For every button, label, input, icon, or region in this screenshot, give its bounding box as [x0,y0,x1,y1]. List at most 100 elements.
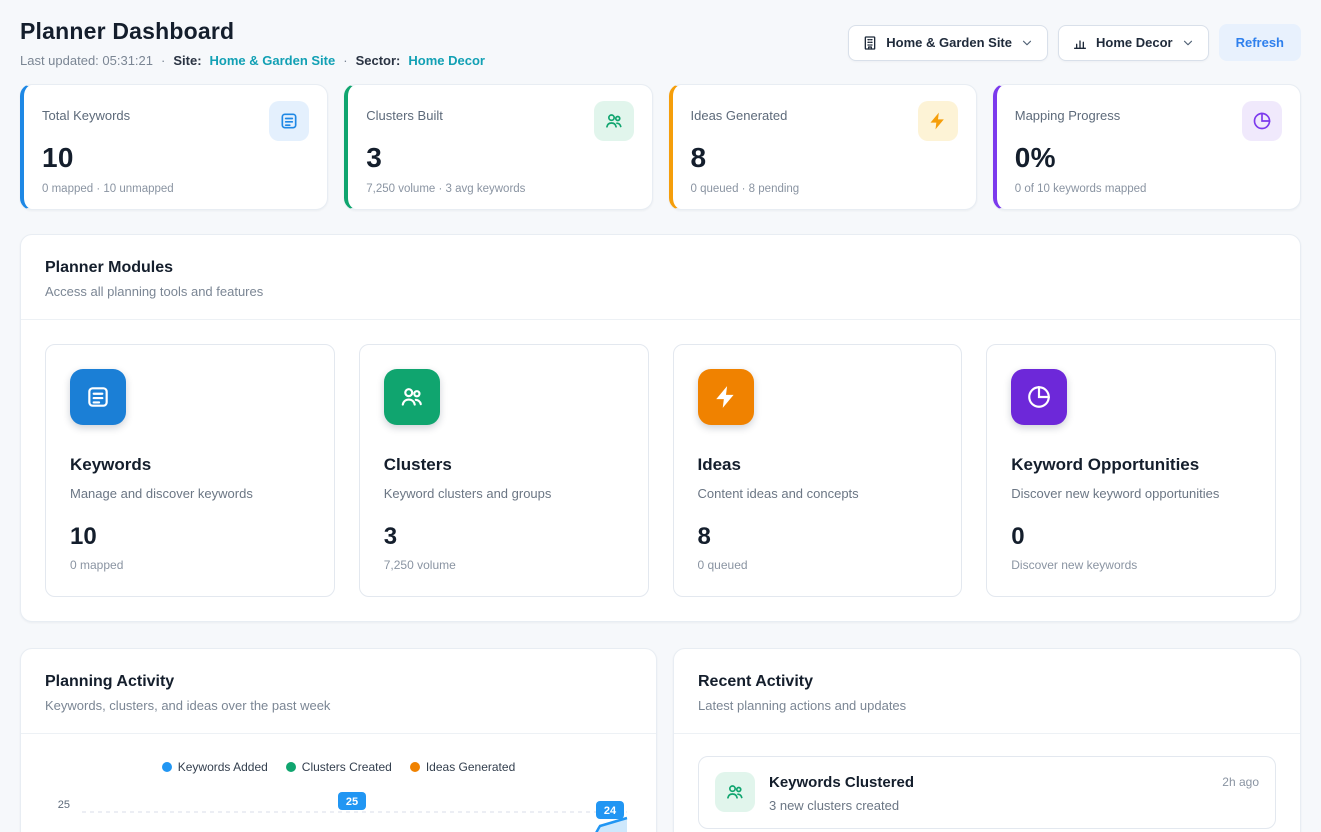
stat-top: Total Keywords [42,101,309,141]
users-icon [594,101,634,141]
panel-head: Recent Activity Latest planning actions … [674,649,1300,734]
stat-sub: 0 mapped · 10 unmapped [42,183,309,195]
stat-top: Clusters Built [366,101,633,141]
module-title: Keywords [70,455,310,475]
pie-chart-icon [1242,101,1282,141]
stats-row: Total Keywords 10 0 mapped · 10 unmapped… [20,84,1301,210]
legend-dot-orange [410,762,420,772]
meta-separator: · [343,53,347,68]
modules-title: Planner Modules [45,259,1276,277]
last-updated-text: Last updated: 05:31:21 [20,53,153,68]
header: Planner Dashboard Last updated: 05:31:21… [20,18,1301,68]
planner-dashboard-page: Planner Dashboard Last updated: 05:31:21… [0,0,1321,832]
sector-label: Sector: [356,53,401,68]
stat-card-ideas-generated: Ideas Generated 8 0 queued · 8 pending [669,84,977,210]
meta-separator: · [161,53,165,68]
planning-activity-subtitle: Keywords, clusters, and ideas over the p… [45,698,632,713]
y-axis-tick: 25 [45,790,77,811]
module-card-clusters[interactable]: Clusters Keyword clusters and groups 3 7… [359,344,649,597]
stat-card-clusters-built: Clusters Built 3 7,250 volume · 3 avg ke… [344,84,652,210]
activity-title: Keywords Clustered [769,772,1208,791]
document-list-icon [269,101,309,141]
recent-activity-panel: Recent Activity Latest planning actions … [673,648,1301,832]
header-controls: Home & Garden Site Home Decor Refresh [848,18,1301,61]
header-left: Planner Dashboard Last updated: 05:31:21… [20,18,485,68]
header-meta: Last updated: 05:31:21 · Site: Home & Ga… [20,53,485,68]
module-sub: 0 queued [698,558,938,572]
bottom-row: Planning Activity Keywords, clusters, an… [20,648,1301,832]
legend-label: Keywords Added [178,760,268,774]
users-icon [384,369,440,425]
planning-activity-title: Planning Activity [45,673,632,691]
activity-timestamp: 2h ago [1222,772,1259,789]
stat-value: 10 [42,142,309,174]
module-sub: 0 mapped [70,558,310,572]
planning-activity-panel: Planning Activity Keywords, clusters, an… [20,648,657,832]
stat-card-mapping-progress: Mapping Progress 0% 0 of 10 keywords map… [993,84,1301,210]
module-card-ideas[interactable]: Ideas Content ideas and concepts 8 0 que… [673,344,963,597]
refresh-button[interactable]: Refresh [1219,24,1301,61]
stat-title: Clusters Built [366,101,443,123]
page-title: Planner Dashboard [20,18,485,45]
stat-title: Mapping Progress [1015,101,1121,123]
legend-item-keywords-added: Keywords Added [162,760,268,774]
stat-value: 3 [366,142,633,174]
legend-label: Clusters Created [302,760,392,774]
module-card-keywords[interactable]: Keywords Manage and discover keywords 10… [45,344,335,597]
stat-sub: 0 queued · 8 pending [691,183,958,195]
activity-body: Keywords Clustered 3 new clusters create… [769,772,1208,813]
module-description: Manage and discover keywords [70,486,310,501]
planner-modules-panel: Planner Modules Access all planning tool… [20,234,1301,622]
activity-list: Keywords Clustered 3 new clusters create… [674,734,1300,832]
stat-card-total-keywords: Total Keywords 10 0 mapped · 10 unmapped [20,84,328,210]
panel-head: Planning Activity Keywords, clusters, an… [21,649,656,734]
module-title: Keyword Opportunities [1011,455,1251,475]
site-select-value: Home & Garden Site [886,35,1012,50]
sector-select-value: Home Decor [1096,35,1173,50]
module-title: Clusters [384,455,624,475]
module-value: 10 [70,523,310,551]
stat-title: Total Keywords [42,101,130,123]
module-card-keyword-opportunities[interactable]: Keyword Opportunities Discover new keywo… [986,344,1276,597]
legend-item-clusters-created: Clusters Created [286,760,392,774]
point-label-25: 25 [338,792,366,810]
area-chart: 25 24 [77,790,632,832]
chevron-down-icon [1181,36,1195,50]
activity-description: 3 new clusters created [769,798,1208,813]
stat-top: Mapping Progress [1015,101,1282,141]
document-list-icon [70,369,126,425]
lightning-icon [918,101,958,141]
sector-select[interactable]: Home Decor [1058,25,1209,61]
svg-text:25: 25 [346,796,358,808]
module-value: 3 [384,523,624,551]
legend-label: Ideas Generated [426,760,515,774]
site-link[interactable]: Home & Garden Site [210,53,336,68]
sector-link[interactable]: Home Decor [408,53,485,68]
users-icon [715,772,755,812]
legend-item-ideas-generated: Ideas Generated [410,760,515,774]
panel-head: Planner Modules Access all planning tool… [21,235,1300,320]
site-label: Site: [173,53,201,68]
legend-dot-blue [162,762,172,772]
chart-area: 25 25 24 [45,790,632,832]
recent-activity-title: Recent Activity [698,673,1276,691]
point-label-24: 24 [596,801,624,819]
modules-subtitle: Access all planning tools and features [45,284,1276,299]
svg-text:24: 24 [604,805,617,817]
modules-grid: Keywords Manage and discover keywords 10… [21,320,1300,621]
stat-top: Ideas Generated [691,101,958,141]
lightning-icon [698,369,754,425]
legend-dot-green [286,762,296,772]
stat-value: 8 [691,142,958,174]
recent-activity-subtitle: Latest planning actions and updates [698,698,1276,713]
chevron-down-icon [1020,36,1034,50]
module-description: Discover new keyword opportunities [1011,486,1251,501]
chart-legend: Keywords Added Clusters Created Ideas Ge… [45,760,632,774]
module-title: Ideas [698,455,938,475]
module-sub: Discover new keywords [1011,558,1251,572]
site-select[interactable]: Home & Garden Site [848,25,1048,61]
planning-activity-chart: Keywords Added Clusters Created Ideas Ge… [21,734,656,832]
module-value: 0 [1011,523,1251,551]
stat-value: 0% [1015,142,1282,174]
stat-sub: 7,250 volume · 3 avg keywords [366,183,633,195]
